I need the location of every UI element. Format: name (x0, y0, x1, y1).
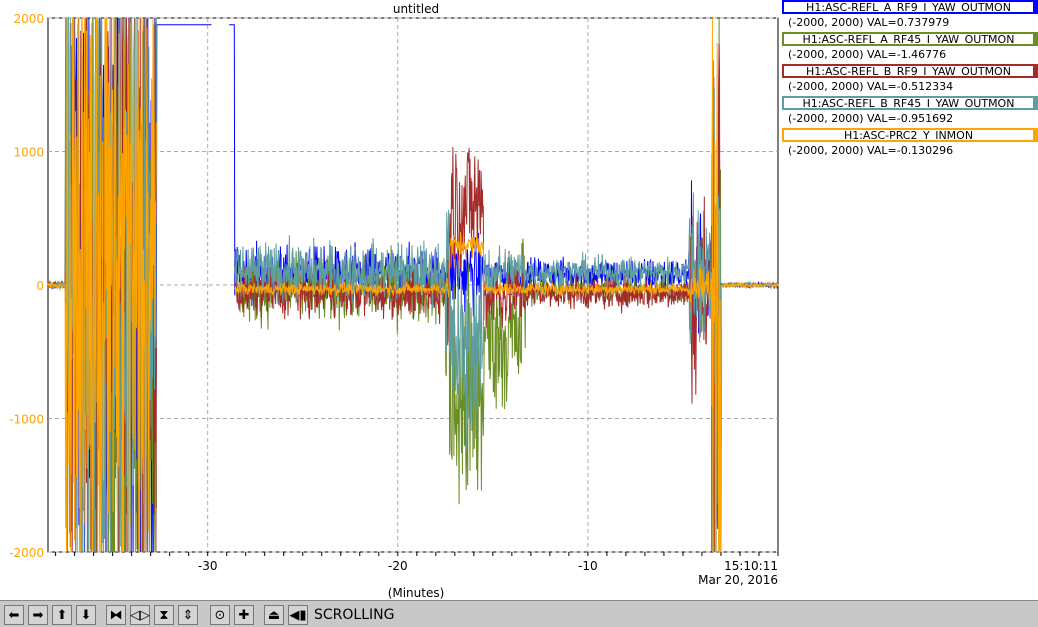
legend-series-name[interactable]: H1:ASC-REFL_B_RF9_I_YAW_OUTMON (782, 64, 1038, 78)
zoom-in-icon[interactable]: ✚ (234, 605, 254, 625)
legend: H1:ASC-REFL_A_RF9_I_YAW_OUTMON (-2000, 20… (782, 0, 1038, 160)
y-tick-label: -1000 (9, 413, 44, 427)
legend-series-name[interactable]: H1:ASC-REFL_A_RF9_I_YAW_OUTMON (782, 0, 1038, 14)
autoscale-icon[interactable]: ⊙ (210, 605, 230, 625)
legend-series-name[interactable]: H1:ASC-REFL_B_RF45_I_YAW_OUTMON (782, 96, 1038, 110)
compress-horizontal-icon[interactable]: ⧓ (106, 605, 126, 625)
arrow-down-icon[interactable]: ⬇ (76, 605, 96, 625)
rewind-icon[interactable]: ◀▮ (288, 605, 308, 625)
x-axis-label: (Minutes) (388, 586, 445, 600)
compress-vertical-icon[interactable]: ⧗ (154, 605, 174, 625)
chart-title: untitled (393, 2, 439, 16)
x-end-time: 15:10:11 (724, 559, 778, 573)
legend-series-name[interactable]: H1:ASC-PRC2_Y_INMON (782, 128, 1038, 142)
legend-series-value: (-2000, 2000) VAL=-0.951692 (788, 112, 954, 125)
y-tick-label: 1000 (13, 146, 44, 160)
arrow-left-icon[interactable]: ⬅ (4, 605, 24, 625)
legend-series-value: (-2000, 2000) VAL=-0.512334 (788, 80, 954, 93)
toolbar: ⬅ ➡ ⬆ ⬇ ⧓ ◁▷ ⧗ ⇕ ⊙ ✚ ⏏ ◀▮ SCROLLING (0, 600, 1038, 627)
legend-series-value: (-2000, 2000) VAL=0.737979 (788, 16, 950, 29)
legend-series-value: (-2000, 2000) VAL=-1.46776 (788, 48, 947, 61)
arrow-right-icon[interactable]: ➡ (28, 605, 48, 625)
legend-series-name[interactable]: H1:ASC-REFL_A_RF45_I_YAW_OUTMON (782, 32, 1038, 46)
x-tick-label: -30 (198, 559, 218, 573)
y-tick-label: 2000 (13, 12, 44, 26)
legend-series-value: (-2000, 2000) VAL=-0.130296 (788, 144, 954, 157)
arrow-up-icon[interactable]: ⬆ (52, 605, 72, 625)
x-end-date: Mar 20, 2016 (698, 573, 778, 587)
y-tick-label: -2000 (9, 546, 44, 560)
expand-vertical-icon[interactable]: ⇕ (178, 605, 198, 625)
y-tick-label: 0 (36, 279, 44, 293)
x-tick-label: -20 (388, 559, 408, 573)
x-tick-label: -10 (578, 559, 598, 573)
plot-area[interactable]: 2000 1000 0 -1000 -2000 -30 -20 -10 untitled (M… (0, 0, 782, 600)
toggle-scroll-icon[interactable]: ⏏ (264, 605, 284, 625)
expand-horizontal-icon[interactable]: ◁▷ (130, 605, 150, 625)
scrolling-status: SCROLLING (314, 607, 395, 623)
